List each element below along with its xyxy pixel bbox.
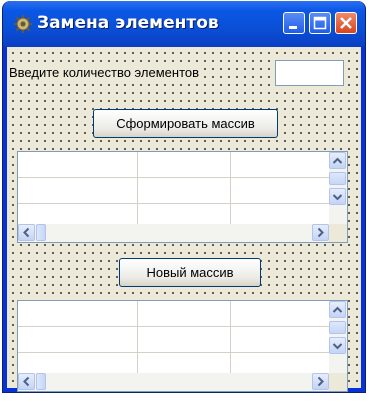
arrow-right-icon (317, 227, 324, 238)
scroll-right-button[interactable] (312, 224, 329, 241)
grid-cell[interactable] (18, 152, 138, 178)
grid-cell[interactable] (231, 152, 331, 178)
vertical-scroll-thumb[interactable] (329, 321, 346, 334)
vertical-scrollbar[interactable] (329, 152, 347, 224)
grid-cell[interactable] (231, 178, 331, 204)
horizontal-scroll-thumb[interactable] (36, 373, 46, 390)
build-array-button[interactable]: Сформировать массив (93, 109, 278, 138)
scroll-corner (329, 224, 347, 242)
minimize-icon (289, 26, 297, 29)
horizontal-scroll-thumb[interactable] (36, 224, 46, 241)
close-button[interactable] (335, 12, 357, 34)
count-input[interactable] (275, 60, 344, 86)
arrow-down-icon (332, 343, 343, 350)
form-client-area: Введите количество элементов Сформироват… (7, 47, 361, 392)
maximize-icon (313, 16, 327, 30)
array-grid-2[interactable] (17, 300, 348, 392)
grid-cell[interactable] (138, 178, 231, 204)
arrow-up-icon (332, 157, 343, 164)
scroll-right-button[interactable] (312, 373, 329, 390)
count-label: Введите количество элементов (9, 65, 200, 81)
title-bar[interactable]: Замена элементов (3, 1, 365, 47)
maximize-button[interactable] (309, 12, 331, 34)
main-window: Замена элементов Введите количество элем… (2, 1, 366, 393)
arrow-left-icon (23, 376, 30, 387)
array-grid-1[interactable] (17, 151, 348, 243)
scroll-up-button[interactable] (329, 152, 346, 169)
grid-cell[interactable] (231, 301, 331, 327)
vertical-scroll-thumb[interactable] (329, 172, 346, 185)
scroll-down-button[interactable] (329, 337, 346, 354)
arrow-up-icon (332, 306, 343, 313)
grid-cell[interactable] (18, 327, 138, 353)
grid-cell[interactable] (18, 178, 138, 204)
grid-cell[interactable] (231, 327, 331, 353)
grid-cell[interactable] (18, 301, 138, 327)
arrow-right-icon (317, 376, 324, 387)
arrow-down-icon (332, 194, 343, 201)
scroll-down-button[interactable] (329, 188, 346, 205)
grid-cell[interactable] (138, 152, 231, 178)
close-icon (340, 17, 352, 29)
new-array-button[interactable]: Новый массив (119, 258, 261, 287)
arrow-left-icon (23, 227, 30, 238)
scroll-left-button[interactable] (18, 224, 35, 241)
minimize-button[interactable] (283, 12, 305, 34)
window-title: Замена элементов (37, 13, 219, 33)
app-icon (14, 15, 32, 33)
scroll-left-button[interactable] (18, 373, 35, 390)
grid-cell[interactable] (138, 301, 231, 327)
scroll-up-button[interactable] (329, 301, 346, 318)
scroll-corner (329, 373, 347, 391)
grid-cell[interactable] (138, 327, 231, 353)
vertical-scrollbar[interactable] (329, 301, 347, 373)
horizontal-scrollbar[interactable] (18, 224, 329, 242)
horizontal-scrollbar[interactable] (18, 373, 329, 391)
